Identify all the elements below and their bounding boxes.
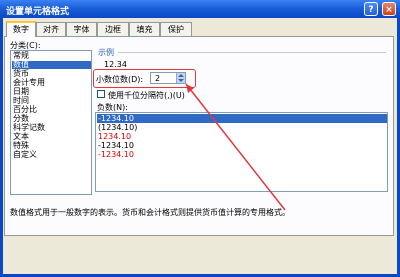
window-border-left bbox=[0, 18, 3, 277]
category-item[interactable]: 科学记数 bbox=[12, 124, 91, 132]
negative-format-item[interactable]: (1234.10) bbox=[97, 123, 387, 132]
sample-label: 示例 bbox=[98, 48, 114, 57]
category-item[interactable]: 特殊 bbox=[12, 142, 91, 150]
tab-alignment[interactable]: 对齐 bbox=[36, 22, 66, 36]
negative-numbers-list[interactable]: -1234.10 (1234.10) 1234.10 -1234.10 -123… bbox=[95, 112, 388, 192]
category-item[interactable]: 自定义 bbox=[12, 151, 91, 159]
sample-divider bbox=[118, 52, 386, 53]
help-button[interactable]: ? bbox=[364, 2, 378, 16]
close-button[interactable]: × bbox=[382, 2, 396, 16]
window-title: 设置单元格格式 bbox=[6, 7, 70, 17]
tab-fill[interactable]: 填充 bbox=[129, 22, 160, 36]
title-bar[interactable]: 设置单元格格式 ? × bbox=[0, 0, 400, 18]
thousands-separator-checkbox[interactable] bbox=[97, 90, 105, 98]
format-description: 数值格式用于一般数字的表示。货币和会计格式则提供货币值计算的专用格式。 bbox=[10, 208, 290, 217]
category-item[interactable]: 会计专用 bbox=[12, 79, 91, 87]
tab-border[interactable]: 边框 bbox=[97, 22, 129, 36]
tab-font[interactable]: 字体 bbox=[66, 22, 97, 36]
category-item[interactable]: 货币 bbox=[12, 70, 91, 78]
category-item[interactable]: 日期 bbox=[12, 88, 91, 96]
tab-protection[interactable]: 保护 bbox=[160, 22, 192, 36]
category-list[interactable]: 常规 数值 货币 会计专用 日期 时间 百分比 分数 科学记数 文本 特殊 自定… bbox=[10, 50, 92, 195]
thousands-separator-label[interactable]: 使用千位分隔符(,)(U) bbox=[108, 90, 185, 101]
negative-format-item[interactable]: -1234.10 bbox=[97, 141, 387, 150]
negative-format-item[interactable]: -1234.10 bbox=[97, 150, 387, 159]
negative-format-item[interactable]: -1234.10 bbox=[97, 114, 387, 123]
category-item[interactable]: 数值 bbox=[12, 61, 91, 69]
annotation-highlight-box bbox=[93, 69, 196, 88]
negative-format-item[interactable]: 1234.10 bbox=[97, 132, 387, 141]
category-item[interactable]: 百分比 bbox=[12, 106, 91, 114]
category-item[interactable]: 文本 bbox=[12, 133, 91, 141]
tab-number[interactable]: 数字 bbox=[6, 21, 36, 37]
sample-value: 12.34 bbox=[104, 60, 127, 69]
category-item[interactable]: 时间 bbox=[12, 97, 91, 105]
category-item[interactable]: 常规 bbox=[12, 52, 91, 60]
category-item[interactable]: 分数 bbox=[12, 115, 91, 123]
